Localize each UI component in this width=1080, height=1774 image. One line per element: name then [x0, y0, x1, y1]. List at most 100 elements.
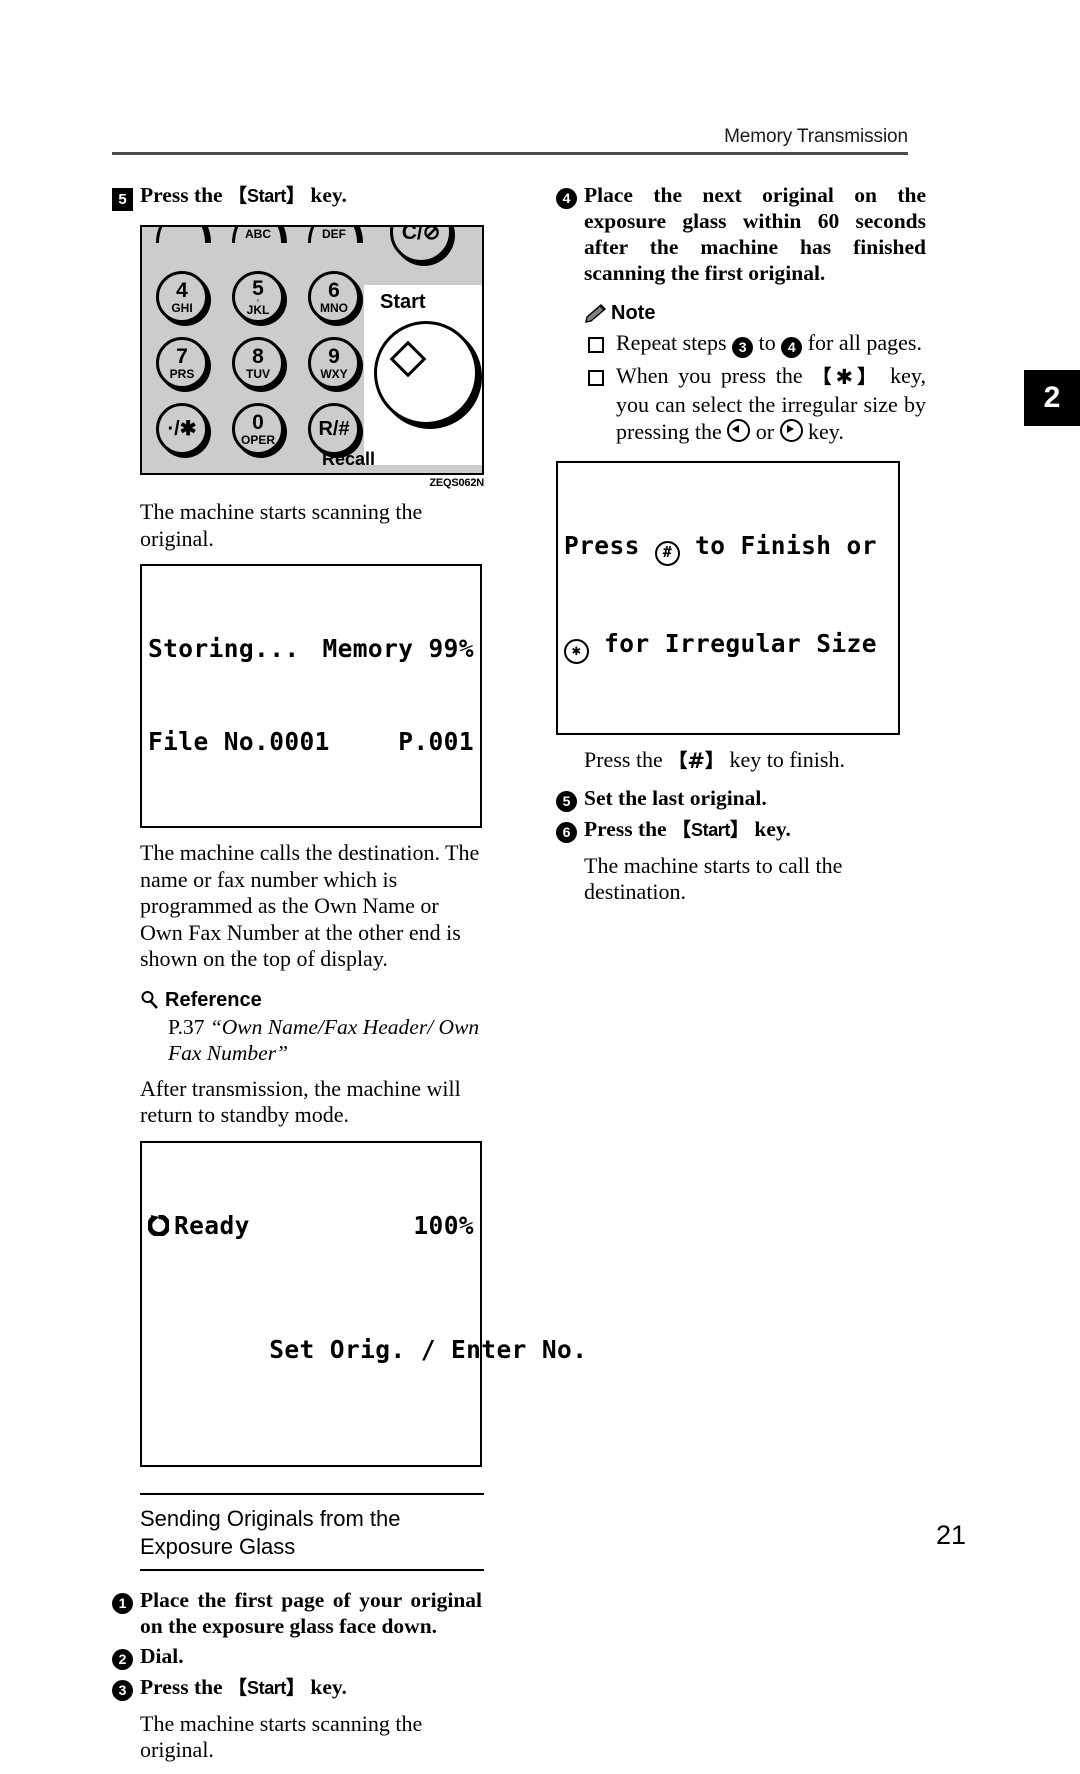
bracket-open: 【: [227, 185, 247, 207]
reference-heading: Reference: [140, 989, 482, 1012]
start-panel-label: Start: [380, 291, 426, 313]
step-5-right-text: Set the last original.: [584, 785, 767, 810]
note-1-badge-b: 4: [781, 337, 803, 358]
clear-stop-key: C/⊘: [390, 227, 452, 263]
arrow-right-key-icon: [779, 419, 803, 442]
bracket-close: 】: [286, 185, 306, 207]
step-5-text-before: Press the: [140, 183, 228, 207]
lcd-storing-file-no: File No.0001: [148, 727, 330, 756]
step-4-text: Place the next original on the exposure …: [584, 183, 926, 285]
paragraph-scanning: The machine starts scanning the original…: [140, 499, 423, 551]
reference-title: “Own Name/Fax Header/ Own Fax Number”: [168, 1014, 480, 1065]
press-hash-after: key to finish.: [723, 747, 845, 772]
key-6-letters: MNO: [320, 301, 348, 315]
step-5-text-after: key.: [305, 183, 347, 207]
step-6-right-number: 6: [556, 816, 580, 843]
step-3-text-before: Press the: [140, 1674, 228, 1699]
key-star: ·/✱: [156, 403, 208, 455]
lcd-finish-line-1: Press # to Finish or: [564, 530, 892, 566]
key-2-letters: ABC: [245, 227, 271, 241]
key-8-digit: 8: [252, 345, 264, 368]
key-4-letters: GHI: [171, 301, 193, 315]
note-heading-label: Note: [611, 302, 656, 324]
start-keycap-label-6: Start: [691, 819, 731, 840]
keypad-figure: ABC DEF C/⊘ 4 GHI 5 ◦ JKL 6 MNO 7 PRS 8 …: [140, 225, 484, 489]
key-9: 9 WXY: [308, 337, 360, 389]
chapter-thumb-tab: 2: [1024, 370, 1080, 426]
pencil-icon: [584, 303, 606, 324]
key-2-partial: ABC: [232, 227, 284, 243]
note-bullet-icon-1: [588, 337, 604, 353]
lcd-ready-line-2: Set Orig. / Enter No.: [148, 1303, 587, 1396]
key-r-hash-label: R/#: [318, 418, 350, 440]
step-5-text: Press the 【Start】 key.: [136, 182, 482, 209]
star-key-label: ✱: [835, 365, 854, 389]
lcd-ready-prompt: Set Orig. / Enter No.: [269, 1334, 588, 1364]
key-0-digit: 0: [252, 411, 264, 434]
note-item-1: Repeat steps 3 to 4 for all pages.: [584, 329, 926, 358]
note-1-badge-a: 3: [732, 337, 754, 358]
hash-keycap-label: #: [687, 749, 705, 773]
standby-circle-icon: [148, 1214, 169, 1236]
lcd-finish-display: Press # to Finish or ✱ for Irregular Siz…: [556, 461, 900, 735]
lcd-storing-memory: Memory 99%: [322, 634, 474, 663]
key-star-label: ·/✱: [167, 418, 197, 440]
bracket-close-6: 】: [730, 818, 750, 841]
star-circle-icon: ✱: [564, 639, 589, 664]
key-6-digit: 6: [328, 279, 340, 302]
bracket-close-3: 】: [286, 1676, 306, 1699]
start-keycap-label: Start: [247, 186, 287, 206]
start-key-button: [374, 321, 478, 425]
key-0: 0 OPER: [232, 403, 284, 455]
paragraph-starts-to-call: The machine starts to call the destinati…: [584, 852, 843, 905]
step-3-number: 3: [112, 1674, 136, 1701]
note-2-before: When you press the: [616, 363, 813, 388]
key-r-hash: R/#: [308, 403, 360, 455]
key-8-letters: TUV: [246, 367, 270, 381]
key-7: 7 PRS: [156, 337, 208, 389]
step-4-number: 4: [556, 182, 580, 209]
lcd-finish-line-2: ✱ for Irregular Size: [564, 628, 892, 664]
arrow-left-key-icon: [727, 419, 751, 442]
note-1-middle: to: [753, 330, 782, 355]
start-key-panel: Start: [364, 285, 482, 465]
recall-label: Recall: [322, 449, 376, 469]
lcd-storing-display: Storing... Memory 99% File No.0001 P.001: [140, 564, 482, 828]
step-1-text: Place the first page of your original on…: [140, 1587, 482, 1638]
lcd-ready-memory: 100%: [413, 1210, 474, 1240]
bracket-close-hash: 】: [704, 750, 724, 772]
key-9-digit: 9: [328, 345, 340, 368]
magnifier-icon: [140, 990, 160, 1010]
reference-heading-label: Reference: [165, 988, 262, 1011]
bracket-open-3: 【: [227, 1676, 247, 1699]
step-2: 2 Dial.: [112, 1643, 482, 1670]
step-6-right-text: Press the 【Start】 key.: [580, 816, 926, 843]
bracket-open-6: 【: [671, 818, 691, 841]
lcd-ready-status: Ready: [148, 1210, 250, 1241]
lcd-finish-line2-after: for Irregular Size: [589, 629, 877, 658]
key-6: 6 MNO: [308, 271, 360, 323]
section-rule-top: [140, 1492, 484, 1495]
bracket-open-hash: 【: [668, 750, 688, 772]
running-header: Memory Transmission: [724, 126, 908, 147]
key-7-letters: PRS: [169, 367, 195, 381]
step-3-text-after: key.: [305, 1674, 347, 1699]
note-2-between: or: [750, 419, 780, 444]
paragraph-press-hash: Press the 【#】 key to finish.: [584, 747, 926, 775]
lcd-finish-line1-after: to Finish or: [679, 531, 877, 560]
key-5: 5 ◦ JKL: [232, 271, 284, 323]
lcd-ready-line-1: Ready 100%: [148, 1210, 474, 1241]
lcd-storing-status: Storing...: [148, 634, 300, 663]
step-1-number: 1: [112, 1587, 136, 1614]
lcd-ready-status-text: Ready: [174, 1210, 250, 1240]
key-4-digit: 4: [176, 279, 188, 302]
paragraph-after-transmission: After transmission, the machine will ret…: [140, 1075, 461, 1128]
step-6-text-before: Press the: [584, 816, 672, 841]
note-item-1-text: Repeat steps 3 to 4 for all pages.: [616, 329, 926, 358]
key-7-digit: 7: [176, 345, 188, 368]
note-bullet-icon-2: [588, 370, 604, 386]
lcd-finish-line1-before: Press: [564, 531, 655, 560]
reference-page: P.37: [168, 1014, 210, 1039]
key-9-letters: WXY: [320, 367, 348, 381]
lcd-storing-line-1: Storing... Memory 99%: [148, 633, 474, 664]
